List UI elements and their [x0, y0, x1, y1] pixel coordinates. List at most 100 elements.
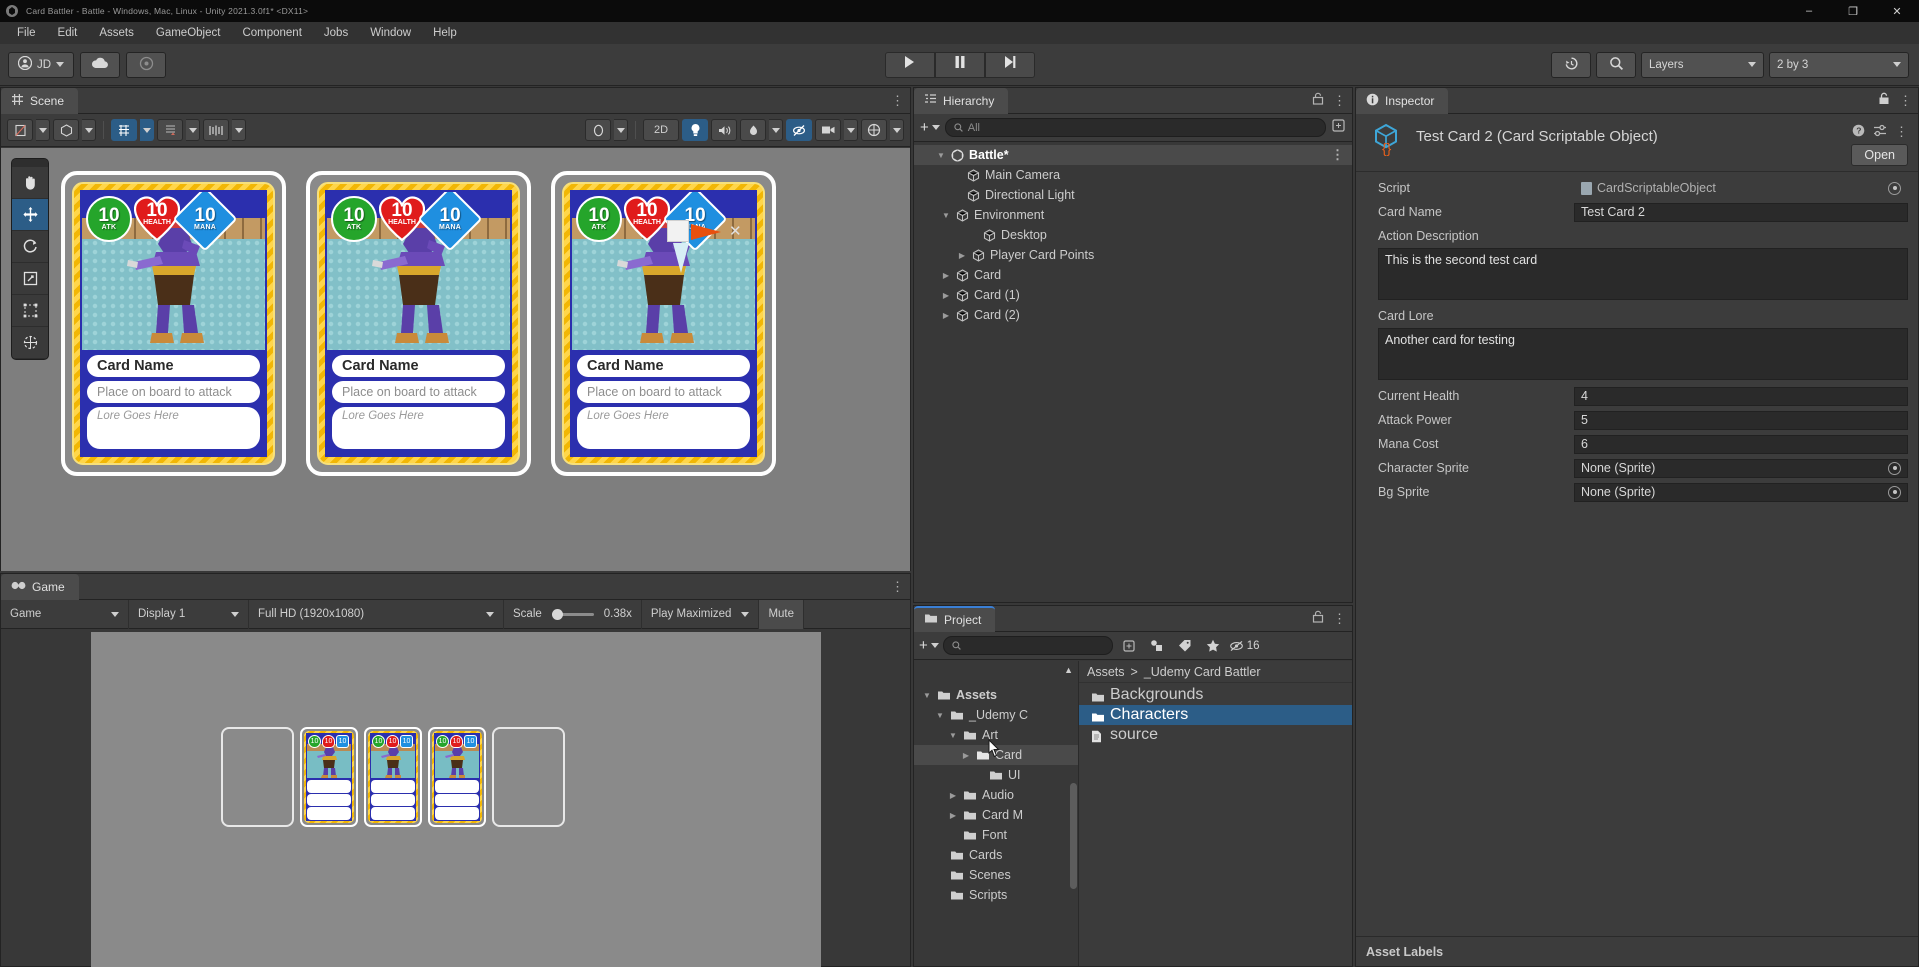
project-tree-item-audio[interactable]: ▶ Audio: [914, 785, 1078, 805]
project-menu-kebab-icon[interactable]: ⋮: [1333, 612, 1346, 625]
cloud-button[interactable]: [80, 51, 121, 78]
grid-snapping-caret[interactable]: [186, 119, 200, 141]
scene-camera-button[interactable]: [815, 119, 841, 141]
tab-inspector[interactable]: Inspector: [1356, 87, 1449, 114]
grid-visibility-caret[interactable]: [140, 119, 154, 141]
scene-view-effects-button[interactable]: [585, 119, 611, 141]
disclosure-triangle-icon[interactable]: ▶: [961, 751, 971, 760]
scene-camera-caret[interactable]: [844, 119, 858, 141]
gizmo-x-axis-arrow[interactable]: [691, 224, 721, 240]
project-content-characters[interactable]: Characters: [1079, 705, 1352, 725]
account-button[interactable]: JD: [8, 51, 75, 78]
toggle-2d-button[interactable]: 2D: [643, 119, 679, 141]
scene-card-selected[interactable]: 10 ATK 10 HEALTH 10 MANA ✕ Card Name Pla…: [551, 171, 776, 476]
hierarchy-menu-kebab-icon[interactable]: ⋮: [1333, 94, 1346, 107]
services-button[interactable]: [126, 51, 167, 78]
project-tree-item-udemy[interactable]: ▼ _Udemy C: [914, 705, 1078, 725]
scene-viewport[interactable]: 10 ATK 10 HEALTH 10 MANA Card Name Place…: [1, 148, 910, 571]
scene-card[interactable]: 10 ATK 10 HEALTH 10 MANA Card Name Place…: [306, 171, 531, 476]
card-name-input[interactable]: Test Card 2: [1574, 202, 1908, 222]
script-field[interactable]: CardScriptableObject: [1574, 178, 1908, 198]
scene-context-kebab-icon[interactable]: ⋮: [1331, 148, 1344, 161]
project-tree-scrollbar[interactable]: [1070, 663, 1077, 964]
help-icon[interactable]: ?: [1852, 124, 1865, 140]
menu-gameobject[interactable]: GameObject: [145, 24, 232, 42]
lock-icon[interactable]: [1312, 92, 1324, 110]
menu-edit[interactable]: Edit: [47, 24, 89, 42]
gizmos-toggle-button[interactable]: [861, 119, 887, 141]
tool-transform[interactable]: [12, 327, 48, 359]
menu-jobs[interactable]: Jobs: [313, 24, 359, 42]
hierarchy-item-card[interactable]: ▶ Card: [914, 265, 1352, 285]
tab-game[interactable]: Game: [1, 573, 79, 600]
project-tree-item-card-models[interactable]: ▶ Card M: [914, 805, 1078, 825]
filter-by-type-icon[interactable]: [1145, 636, 1169, 656]
display-select[interactable]: Display 1: [129, 599, 249, 629]
lock-icon[interactable]: [1312, 610, 1324, 628]
search-filter-icon[interactable]: [1331, 118, 1346, 138]
project-search-input[interactable]: [942, 636, 1113, 655]
menu-component[interactable]: Component: [231, 24, 312, 42]
play-maximized-toggle[interactable]: Play Maximized: [642, 599, 760, 629]
disclosure-triangle-icon[interactable]: ▶: [941, 291, 951, 300]
favorites-star-icon[interactable]: [1201, 636, 1225, 656]
hierarchy-item-directional-light[interactable]: Directional Light: [914, 185, 1352, 205]
tool-hand[interactable]: [12, 167, 48, 199]
game-mini-card[interactable]: 10 10 10: [364, 727, 422, 827]
action-description-input[interactable]: This is the second test card: [1378, 248, 1908, 300]
hierarchy-item-card-2[interactable]: ▶ Card (2): [914, 305, 1352, 325]
preset-icon[interactable]: [1873, 124, 1887, 140]
tab-scene[interactable]: Scene: [1, 87, 79, 114]
fx-menu-button[interactable]: [740, 119, 766, 141]
object-picker-icon[interactable]: [1888, 461, 1901, 475]
hidden-objects-button[interactable]: [786, 119, 812, 141]
menu-assets[interactable]: Assets: [88, 24, 145, 42]
project-tree-item-ui[interactable]: UI: [914, 765, 1078, 785]
scene-lighting-button[interactable]: [682, 119, 708, 141]
shading-mode-button[interactable]: [7, 119, 33, 141]
card-lore-input[interactable]: Another card for testing: [1378, 328, 1908, 380]
tool-strip-grip[interactable]: [12, 159, 48, 167]
game-mini-card[interactable]: 10 10 10: [428, 727, 486, 827]
current-health-input[interactable]: 4: [1574, 386, 1908, 406]
step-button[interactable]: [984, 51, 1035, 78]
disclosure-triangle-icon[interactable]: ▶: [948, 791, 958, 800]
resolution-select[interactable]: Full HD (1920x1080): [249, 599, 504, 629]
disclosure-triangle-icon[interactable]: ▼: [935, 711, 945, 720]
card-slot-empty[interactable]: [221, 727, 294, 827]
layout-dropdown[interactable]: 2 by 3: [1769, 51, 1909, 78]
disclosure-triangle-icon[interactable]: ▶: [941, 311, 951, 320]
disclosure-triangle-icon[interactable]: ▼: [941, 211, 951, 220]
hierarchy-item-main-camera[interactable]: Main Camera: [914, 165, 1352, 185]
hierarchy-item-desktop[interactable]: Desktop: [914, 225, 1352, 245]
disclosure-triangle-icon[interactable]: ▶: [941, 271, 951, 280]
shading-mode-caret[interactable]: [36, 119, 50, 141]
scene-audio-button[interactable]: [711, 119, 737, 141]
card-slot-empty[interactable]: [492, 727, 565, 827]
disclosure-triangle-icon[interactable]: ▶: [957, 251, 967, 260]
hierarchy-search-input[interactable]: All: [944, 118, 1326, 137]
draw-mode-button[interactable]: [53, 119, 79, 141]
search-button[interactable]: [1596, 51, 1636, 78]
scale-slider[interactable]: [551, 608, 594, 620]
game-view-select[interactable]: Game: [1, 599, 129, 629]
inspector-menu-kebab-icon[interactable]: ⋮: [1899, 94, 1912, 107]
grid-visibility-button[interactable]: [111, 119, 137, 141]
scale-slider-group[interactable]: Scale 0.38x: [504, 599, 642, 629]
gizmo-y-axis-arrow[interactable]: [673, 243, 689, 273]
gizmo-center-handle[interactable]: [667, 220, 689, 242]
tool-scale[interactable]: [12, 263, 48, 295]
bg-sprite-input[interactable]: None (Sprite): [1574, 482, 1908, 502]
tool-rotate[interactable]: [12, 231, 48, 263]
move-gizmo[interactable]: ✕ Top: [667, 220, 742, 273]
disclosure-triangle-icon[interactable]: ▼: [936, 151, 946, 160]
project-content-backgrounds[interactable]: Backgrounds: [1079, 685, 1352, 705]
project-content-source[interactable]: source: [1079, 725, 1352, 745]
gizmos-toggle-caret[interactable]: [890, 119, 904, 141]
project-tree-item-scenes[interactable]: Scenes: [914, 865, 1078, 885]
layers-dropdown[interactable]: Layers: [1641, 51, 1764, 78]
scene-view-effects-caret[interactable]: [614, 119, 628, 141]
lock-icon[interactable]: [1878, 92, 1890, 110]
search-filter-icon[interactable]: [1117, 636, 1141, 656]
menu-file[interactable]: File: [6, 24, 47, 42]
